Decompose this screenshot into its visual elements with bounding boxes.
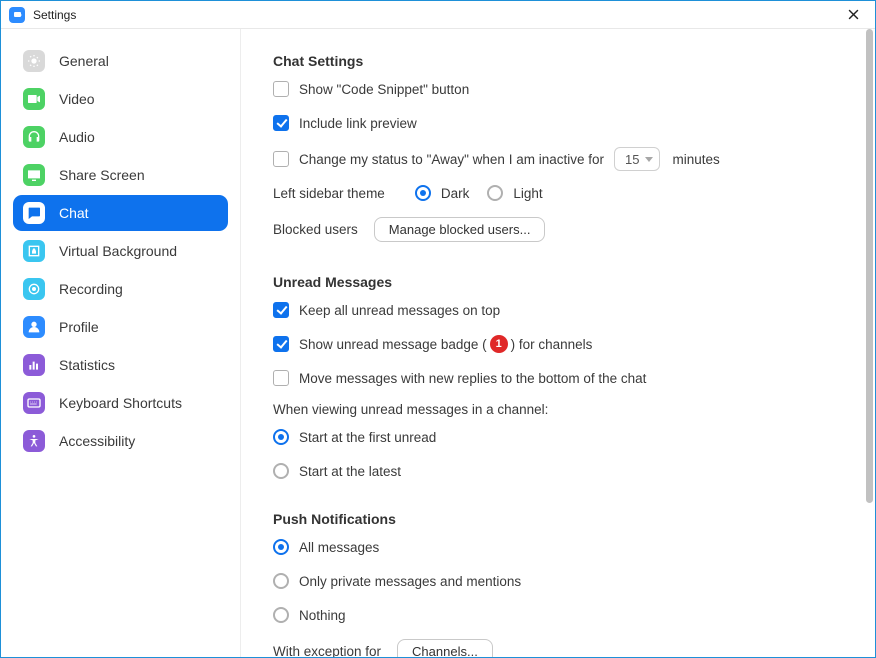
radio-push-private[interactable]	[273, 573, 289, 589]
sidebar-item-label: Audio	[59, 129, 95, 145]
checkbox-away-status[interactable]	[273, 151, 289, 167]
option-label: Start at the latest	[299, 464, 401, 479]
radio-label: Dark	[441, 186, 470, 201]
sidebar-item-label: Statistics	[59, 357, 115, 373]
window-title: Settings	[33, 8, 76, 22]
sidebar-item-accessibility[interactable]: Accessibility	[13, 423, 228, 459]
sidebar-item-label: Virtual Background	[59, 243, 177, 259]
settings-window: Settings General Video Audio Share Scree…	[0, 0, 876, 658]
push-notifications-heading: Push Notifications	[273, 511, 835, 527]
option-push-all[interactable]: All messages	[273, 537, 835, 557]
option-start-latest[interactable]: Start at the latest	[273, 461, 835, 481]
radio-theme-dark[interactable]	[415, 185, 431, 201]
checkbox-include-link-preview[interactable]	[273, 115, 289, 131]
option-label: Keep all unread messages on top	[299, 303, 500, 318]
away-minutes-select[interactable]: 15	[614, 147, 660, 171]
option-show-unread-badge[interactable]: Show unread message badge ( 1 ) for chan…	[273, 334, 835, 354]
sidebar-item-video[interactable]: Video	[13, 81, 228, 117]
radio-label: Light	[513, 186, 542, 201]
option-start-first-unread[interactable]: Start at the first unread	[273, 427, 835, 447]
keyboard-icon	[23, 392, 45, 414]
sidebar-item-share-screen[interactable]: Share Screen	[13, 157, 228, 193]
radio-push-all[interactable]	[273, 539, 289, 555]
sidebar-item-label: Share Screen	[59, 167, 145, 183]
sidebar-item-label: Chat	[59, 205, 89, 221]
when-viewing-label: When viewing unread messages in a channe…	[273, 402, 835, 417]
camera-icon	[23, 88, 45, 110]
option-away-status[interactable]: Change my status to "Away" when I am ina…	[273, 147, 835, 171]
sidebar-item-label: Accessibility	[59, 433, 135, 449]
sidebar-item-audio[interactable]: Audio	[13, 119, 228, 155]
radio-start-latest[interactable]	[273, 463, 289, 479]
scrollbar[interactable]	[866, 29, 873, 653]
main-panel: Chat Settings Show "Code Snippet" button…	[241, 29, 875, 657]
radio-theme-light[interactable]	[487, 185, 503, 201]
option-keep-unread-top[interactable]: Keep all unread messages on top	[273, 300, 835, 320]
sidebar: General Video Audio Share Screen Chat Vi…	[1, 29, 241, 657]
radio-push-nothing[interactable]	[273, 607, 289, 623]
sidebar-item-recording[interactable]: Recording	[13, 271, 228, 307]
checkbox-unread-badge[interactable]	[273, 336, 289, 352]
option-label: Move messages with new replies to the bo…	[299, 371, 646, 386]
manage-blocked-users-button[interactable]: Manage blocked users...	[374, 217, 546, 242]
app-icon	[9, 7, 25, 23]
gear-icon	[23, 50, 45, 72]
option-label: Start at the first unread	[299, 430, 436, 445]
sidebar-item-virtual-background[interactable]: Virtual Background	[13, 233, 228, 269]
option-label: Only private messages and mentions	[299, 574, 521, 589]
option-label: Include link preview	[299, 116, 417, 131]
option-include-link-preview[interactable]: Include link preview	[273, 113, 835, 133]
option-push-nothing[interactable]: Nothing	[273, 605, 835, 625]
exception-row: With exception for Channels...	[273, 639, 835, 657]
sidebar-item-general[interactable]: General	[13, 43, 228, 79]
option-push-private[interactable]: Only private messages and mentions	[273, 571, 835, 591]
option-label: All messages	[299, 540, 379, 555]
sidebar-item-label: General	[59, 53, 109, 69]
unread-count-badge: 1	[490, 335, 508, 353]
option-label: Show "Code Snippet" button	[299, 82, 469, 97]
radio-start-first-unread[interactable]	[273, 429, 289, 445]
option-label: Change my status to "Away" when I am ina…	[299, 152, 604, 167]
unread-messages-heading: Unread Messages	[273, 274, 835, 290]
checkbox-show-code-snippet[interactable]	[273, 81, 289, 97]
sidebar-item-keyboard-shortcuts[interactable]: Keyboard Shortcuts	[13, 385, 228, 421]
theme-row: Left sidebar theme Dark Light	[273, 185, 835, 201]
titlebar: Settings	[1, 1, 875, 29]
close-icon	[848, 9, 859, 20]
sidebar-item-label: Video	[59, 91, 95, 107]
option-label-after: ) for channels	[511, 337, 593, 352]
headphones-icon	[23, 126, 45, 148]
blocked-users-label: Blocked users	[273, 222, 358, 237]
sidebar-item-statistics[interactable]: Statistics	[13, 347, 228, 383]
virtual-background-icon	[23, 240, 45, 262]
sidebar-item-label: Profile	[59, 319, 99, 335]
bars-icon	[23, 354, 45, 376]
record-icon	[23, 278, 45, 300]
share-screen-icon	[23, 164, 45, 186]
checkbox-move-replies[interactable]	[273, 370, 289, 386]
blocked-users-row: Blocked users Manage blocked users...	[273, 217, 835, 242]
option-move-replies-bottom[interactable]: Move messages with new replies to the bo…	[273, 368, 835, 388]
minutes-label: minutes	[672, 152, 719, 167]
scroll-thumb[interactable]	[866, 29, 873, 503]
sidebar-item-label: Recording	[59, 281, 123, 297]
exception-label: With exception for	[273, 644, 381, 657]
option-label: Nothing	[299, 608, 346, 623]
chat-settings-heading: Chat Settings	[273, 53, 835, 69]
accessibility-icon	[23, 430, 45, 452]
sidebar-item-label: Keyboard Shortcuts	[59, 395, 182, 411]
chat-icon	[23, 202, 45, 224]
option-show-code-snippet[interactable]: Show "Code Snippet" button	[273, 79, 835, 99]
select-value: 15	[625, 152, 639, 167]
close-button[interactable]	[839, 1, 867, 29]
exception-channels-button[interactable]: Channels...	[397, 639, 493, 657]
theme-label: Left sidebar theme	[273, 186, 385, 201]
checkbox-keep-unread-top[interactable]	[273, 302, 289, 318]
sidebar-item-chat[interactable]: Chat	[13, 195, 228, 231]
option-label-before: Show unread message badge (	[299, 337, 487, 352]
profile-icon	[23, 316, 45, 338]
sidebar-item-profile[interactable]: Profile	[13, 309, 228, 345]
